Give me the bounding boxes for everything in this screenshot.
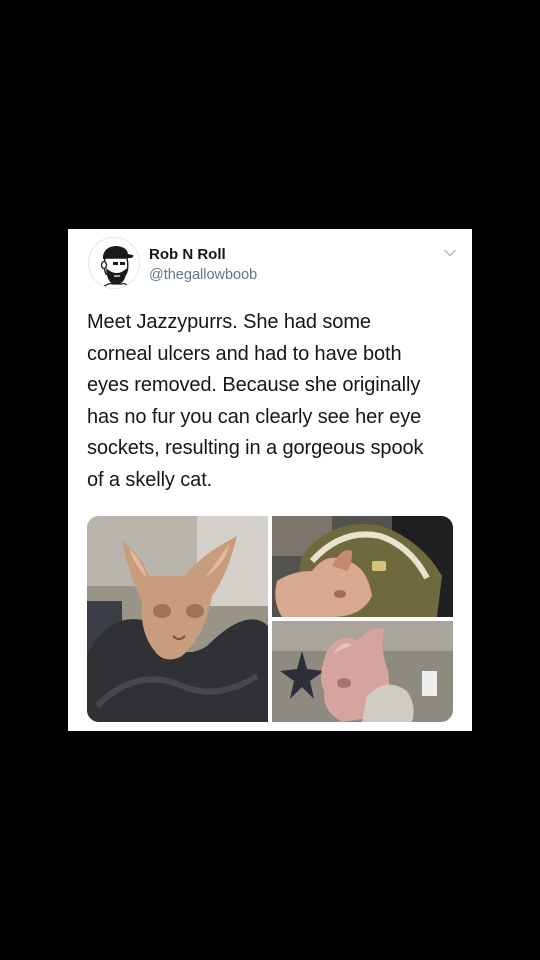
tweet-text: Meet Jazzypurrs. She had some corneal ul… — [87, 311, 424, 491]
avatar[interactable] — [88, 237, 140, 289]
cat-photo-2[interactable] — [272, 516, 453, 617]
chevron-down-icon[interactable] — [442, 245, 458, 261]
user-handle[interactable]: @thegallowboob — [149, 267, 257, 283]
tweet-header: Rob N Roll @thegallowboob — [88, 237, 458, 289]
media-grid — [87, 516, 453, 722]
cat-photo-3[interactable] — [272, 621, 453, 722]
tweet-card: Rob N Roll @thegallowboob Meet Jazzypurr… — [68, 229, 472, 731]
user-name[interactable]: Rob N Roll — [149, 246, 226, 263]
cat-photo-1[interactable] — [87, 516, 268, 722]
bearded-man-cap-avatar-icon — [100, 246, 134, 288]
